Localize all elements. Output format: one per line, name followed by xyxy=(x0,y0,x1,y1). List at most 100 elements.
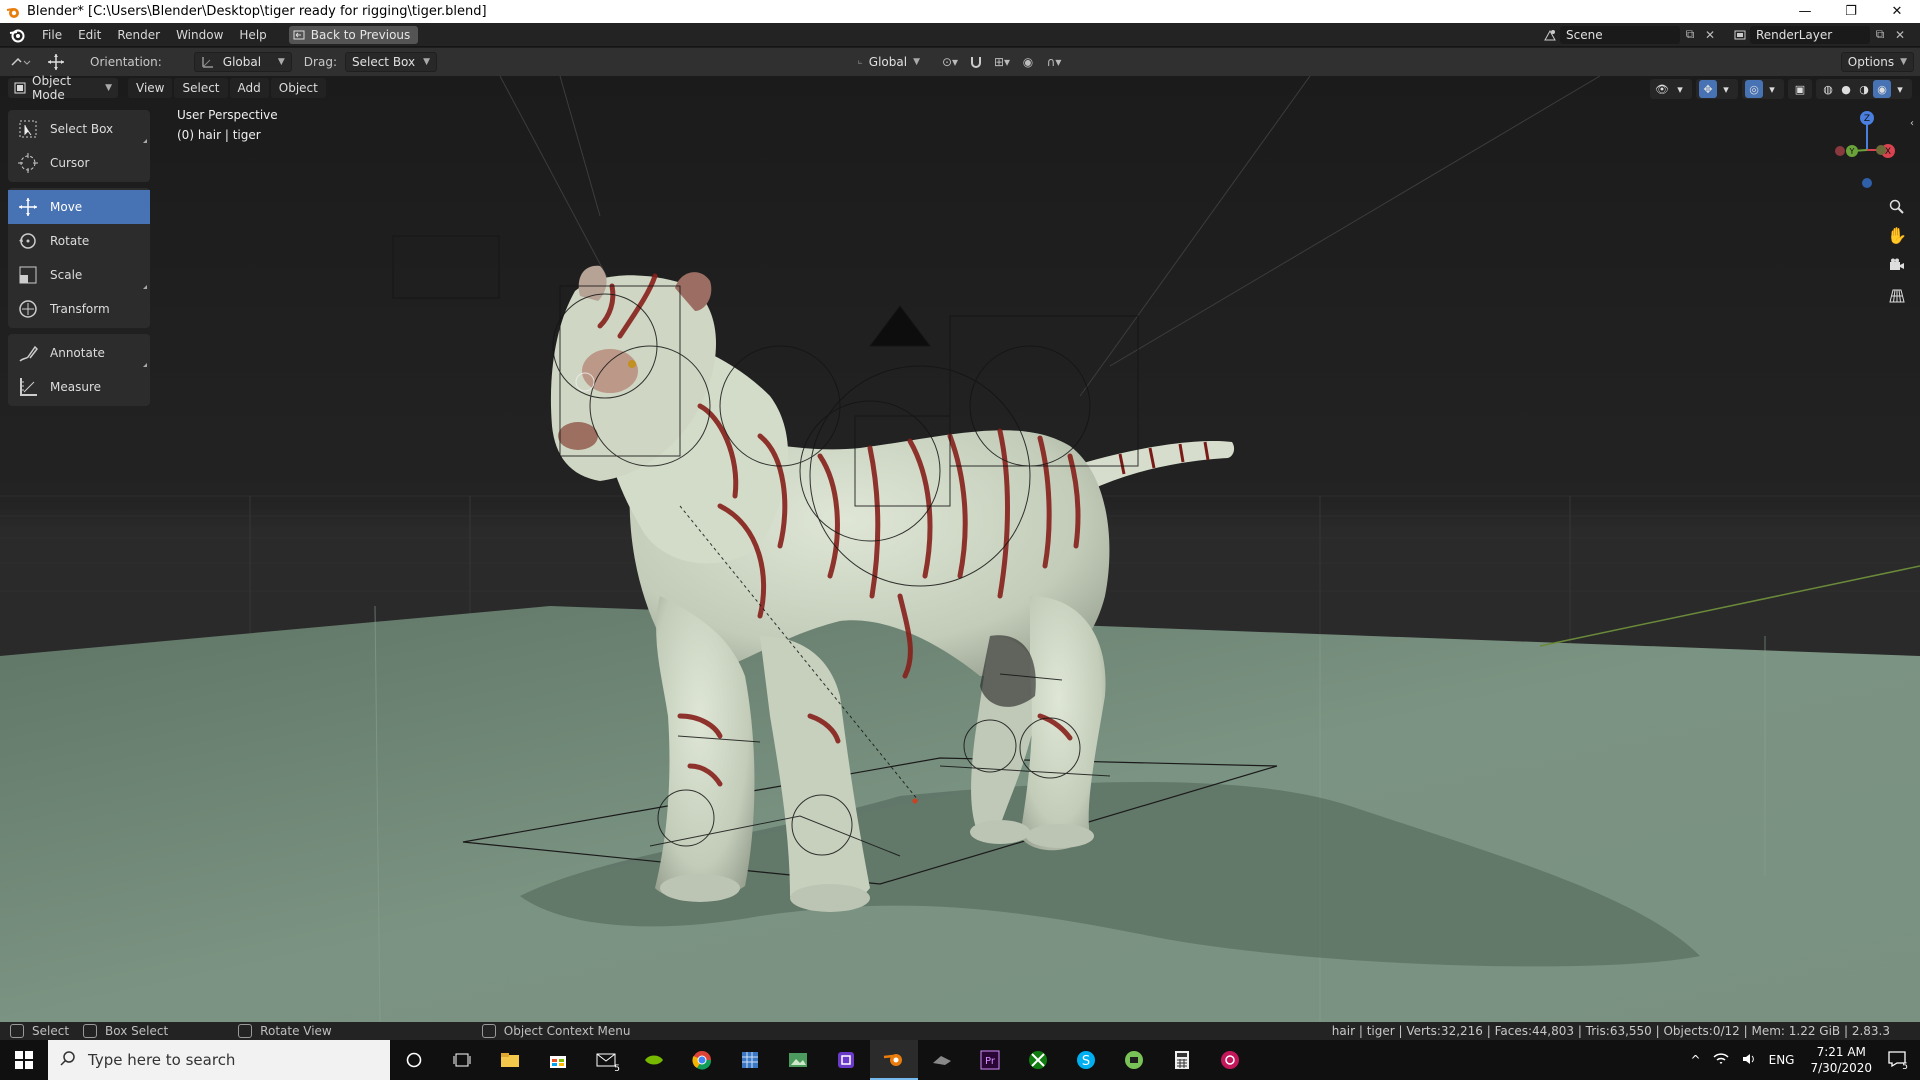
proportional-editing-icon[interactable]: ◉ xyxy=(1017,53,1039,71)
notification-center-icon[interactable]: 5 xyxy=(1882,1050,1920,1072)
menu-select[interactable]: Select xyxy=(174,78,228,98)
tool-select-box[interactable]: Select Box xyxy=(8,112,150,146)
calculator-grid-icon[interactable] xyxy=(726,1040,774,1080)
eye-icon[interactable]: 👁 xyxy=(1653,80,1671,98)
chevron-down-icon[interactable]: ▾ xyxy=(1763,80,1781,98)
tool-annotate[interactable]: Annotate xyxy=(8,336,150,370)
chevron-up-icon[interactable]: ^ xyxy=(1685,1053,1707,1067)
app-launcher-icon[interactable] xyxy=(1206,1040,1254,1080)
object-mode-dropdown[interactable]: Object Mode ▼ xyxy=(8,74,118,102)
photos-app-icon[interactable] xyxy=(774,1040,822,1080)
tool-scale[interactable]: Scale xyxy=(8,258,150,292)
transform-icon xyxy=(14,295,42,323)
mail-icon[interactable]: 5 xyxy=(582,1040,630,1080)
navigation-gizmo[interactable]: Z X Y xyxy=(1820,108,1910,198)
transform-orientation-dropdown[interactable]: Global ▼ xyxy=(850,52,927,72)
options-dropdown[interactable]: Options ▼ xyxy=(1840,52,1914,72)
notification-count: 5 xyxy=(1902,1061,1908,1072)
material-shading-icon[interactable]: ◑ xyxy=(1855,80,1873,98)
gaming-app-icon[interactable] xyxy=(918,1040,966,1080)
camera-view-icon[interactable] xyxy=(1884,252,1910,278)
windows-start-button[interactable] xyxy=(0,1040,48,1080)
pivot-point-icon[interactable]: ⊙▾ xyxy=(935,53,965,71)
perspective-grid-icon[interactable] xyxy=(1884,283,1910,309)
wifi-icon[interactable] xyxy=(1707,1052,1735,1069)
orientation-dropdown[interactable]: Global ▼ xyxy=(193,52,292,72)
overlay-group[interactable]: ◎ ▾ xyxy=(1742,79,1784,99)
nvidia-icon[interactable] xyxy=(630,1040,678,1080)
restore-button[interactable]: ❐ xyxy=(1828,0,1874,23)
menu-view[interactable]: View xyxy=(128,78,173,98)
system-clock[interactable]: 7:21 AM 7/30/2020 xyxy=(1800,1044,1882,1076)
overlay-toggle-icon[interactable]: ◎ xyxy=(1745,80,1763,98)
tool-cursor[interactable]: Cursor xyxy=(8,146,150,180)
menu-edit[interactable]: Edit xyxy=(70,23,109,47)
scene-selector[interactable]: Scene ⧉ ✕ xyxy=(1540,25,1720,45)
xray-group[interactable]: ▣ xyxy=(1788,79,1812,99)
minimize-button[interactable]: — xyxy=(1782,0,1828,23)
volume-icon[interactable] xyxy=(1735,1052,1763,1069)
new-scene-icon[interactable]: ⧉ xyxy=(1680,26,1700,44)
microsoft-store-icon[interactable] xyxy=(534,1040,582,1080)
tool-move[interactable]: Move xyxy=(8,190,150,224)
menu-help[interactable]: Help xyxy=(231,23,274,47)
premiere-pro-icon[interactable]: Pr xyxy=(966,1040,1014,1080)
new-render-layer-icon[interactable]: ⧉ xyxy=(1870,26,1890,44)
blender-taskbar-icon[interactable] xyxy=(870,1040,918,1080)
chevron-down-icon[interactable]: ▾ xyxy=(1671,80,1689,98)
menu-file[interactable]: File xyxy=(34,23,70,47)
taskbar-search-box[interactable]: Type here to search xyxy=(48,1040,390,1080)
falloff-curve-icon[interactable]: ∩▾ xyxy=(1039,53,1069,71)
snap-increment-icon[interactable]: ⊞▾ xyxy=(987,53,1017,71)
calculator-icon[interactable] xyxy=(1158,1040,1206,1080)
gizmo-group[interactable]: ✥ ▾ xyxy=(1696,79,1738,99)
language-indicator[interactable]: ENG xyxy=(1763,1053,1801,1067)
cortana-icon[interactable] xyxy=(390,1040,438,1080)
tool-rotate[interactable]: Rotate xyxy=(8,224,150,258)
editor-type-icon[interactable] xyxy=(0,53,40,71)
menu-object[interactable]: Object xyxy=(270,78,326,98)
file-explorer-icon[interactable] xyxy=(486,1040,534,1080)
3d-viewport[interactable] xyxy=(0,76,1920,1022)
task-view-icon[interactable] xyxy=(438,1040,486,1080)
close-window-button[interactable]: ✕ xyxy=(1874,0,1920,23)
back-to-previous-button[interactable]: Back to Previous xyxy=(288,25,419,44)
visibility-group[interactable]: 👁 ▾ xyxy=(1650,79,1692,99)
skype-icon[interactable]: S xyxy=(1062,1040,1110,1080)
menu-render[interactable]: Render xyxy=(109,23,168,47)
chevron-down-icon[interactable]: ▾ xyxy=(1717,80,1735,98)
windows-logo-icon xyxy=(15,1051,33,1069)
tool-transform[interactable]: Transform xyxy=(8,292,150,326)
solid-shading-icon[interactable]: ● xyxy=(1837,80,1855,98)
gizmo-toggle-icon[interactable]: ✥ xyxy=(1699,80,1717,98)
snap-magnet-icon[interactable] xyxy=(965,53,987,71)
zoom-magnifier-icon[interactable] xyxy=(1884,194,1910,220)
xbox-icon[interactable] xyxy=(1014,1040,1062,1080)
render-layer-selector[interactable]: RenderLayer ⧉ ✕ xyxy=(1730,25,1910,45)
remove-render-layer-icon[interactable]: ✕ xyxy=(1890,26,1910,44)
chrome-icon[interactable] xyxy=(678,1040,726,1080)
gizmo-z-label: Z xyxy=(1864,114,1870,124)
move-tool-active-icon[interactable] xyxy=(40,53,72,71)
windows-taskbar: Type here to search 5 Pr S ^ ENG 7:21 AM… xyxy=(0,1040,1920,1080)
orientation-label: Orientation: xyxy=(90,55,162,69)
blender-logo-icon[interactable] xyxy=(0,27,34,43)
android-studio-icon[interactable] xyxy=(1110,1040,1158,1080)
wireframe-shading-icon[interactable]: ◍ xyxy=(1819,80,1837,98)
chevron-down-icon[interactable]: ▾ xyxy=(1891,80,1909,98)
remove-scene-icon[interactable]: ✕ xyxy=(1700,26,1720,44)
render-layer-field[interactable]: RenderLayer xyxy=(1750,25,1870,44)
window-title-bar: Blender* [C:\Users\Blender\Desktop\tiger… xyxy=(0,0,1920,23)
visual-studio-icon[interactable] xyxy=(822,1040,870,1080)
shading-group[interactable]: ◍ ● ◑ ◉ ▾ xyxy=(1816,79,1912,99)
menu-add[interactable]: Add xyxy=(229,78,269,98)
xray-icon[interactable]: ▣ xyxy=(1791,80,1809,98)
sidebar-toggle-icon[interactable]: ‹ xyxy=(1910,118,1914,129)
pan-hand-icon[interactable]: ✋ xyxy=(1884,222,1910,248)
status-select: Select xyxy=(10,1024,69,1038)
drag-dropdown[interactable]: Select Box ▼ xyxy=(344,52,437,72)
scene-name-field[interactable]: Scene xyxy=(1560,25,1680,44)
tool-measure[interactable]: Measure xyxy=(8,370,150,404)
menu-window[interactable]: Window xyxy=(168,23,231,47)
rendered-shading-icon[interactable]: ◉ xyxy=(1873,80,1891,98)
